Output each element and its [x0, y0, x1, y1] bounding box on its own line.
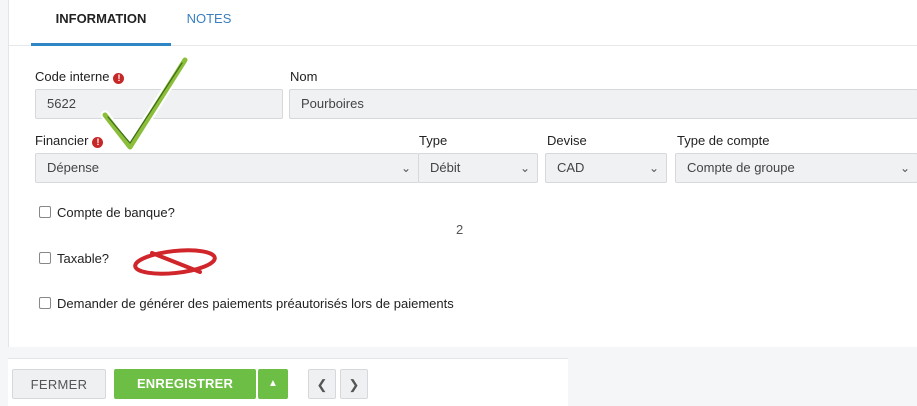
type-de-compte-label: Type de compte	[677, 133, 770, 148]
paiements-preautorises-checkbox[interactable]	[39, 297, 51, 309]
nom-label: Nom	[290, 69, 318, 84]
code-interne-label: Code interne!	[35, 69, 125, 84]
devise-label: Devise	[547, 133, 587, 148]
compte-de-banque-label: Compte de banque?	[57, 205, 175, 220]
financier-select-value: Dépense	[47, 160, 100, 175]
footer-bar: FERMER ENREGISTRER ▲ ❮ ❯	[8, 358, 568, 406]
chevron-right-icon: ❯	[348, 377, 360, 392]
type-de-compte-select-value: Compte de groupe	[687, 160, 795, 175]
chevron-down-icon: ⌄	[519, 161, 530, 175]
devise-select[interactable]: CAD ⌄	[545, 153, 667, 183]
code-interne-input[interactable]: 5622	[35, 89, 283, 119]
taxable-checkbox[interactable]	[39, 252, 51, 264]
compte-de-banque-checkbox-row[interactable]: Compte de banque?	[39, 205, 175, 220]
type-select[interactable]: Débit ⌄	[418, 153, 538, 183]
devise-select-value: CAD	[557, 160, 585, 175]
chevron-down-icon: ⌄	[400, 161, 411, 175]
type-de-compte-select[interactable]: Compte de groupe ⌄	[675, 153, 917, 183]
chevron-down-icon: ⌄	[648, 161, 659, 175]
taxable-label: Taxable?	[57, 251, 110, 266]
tab-information[interactable]: INFORMATION	[31, 0, 171, 46]
caret-up-icon: ▲	[268, 378, 278, 389]
exclamation-circle-icon: !	[92, 137, 104, 148]
taxable-checkbox-row[interactable]: Taxable?	[39, 251, 109, 266]
form-panel: INFORMATION NOTES Code interne! 5622 Nom…	[8, 0, 917, 347]
compte-de-banque-checkbox[interactable]	[39, 206, 51, 218]
previous-button[interactable]: ❮	[308, 369, 336, 399]
chevron-down-icon: ⌄	[899, 161, 910, 175]
save-button[interactable]: ENREGISTRER	[114, 369, 256, 399]
chevron-left-icon: ❮	[316, 377, 328, 392]
tab-notes[interactable]: NOTES	[179, 0, 239, 46]
page-number: 2	[456, 222, 464, 237]
financier-label: Financier!	[35, 133, 104, 148]
paiements-preautorises-label: Demander de générer des paiements préaut…	[57, 296, 454, 311]
code-interne-label-text: Code interne	[35, 69, 110, 84]
financier-label-text: Financier	[35, 133, 89, 148]
financier-select[interactable]: Dépense ⌄	[35, 153, 419, 183]
type-label: Type	[419, 133, 448, 148]
exclamation-circle-icon: !	[113, 73, 125, 84]
close-button[interactable]: FERMER	[12, 369, 106, 399]
save-options-button[interactable]: ▲	[258, 369, 288, 399]
next-button[interactable]: ❯	[340, 369, 368, 399]
paiements-preautorises-checkbox-row[interactable]: Demander de générer des paiements préaut…	[39, 296, 454, 311]
tab-bar: INFORMATION NOTES	[9, 0, 917, 46]
nom-input[interactable]: Pourboires	[289, 89, 917, 119]
type-select-value: Débit	[430, 160, 461, 175]
